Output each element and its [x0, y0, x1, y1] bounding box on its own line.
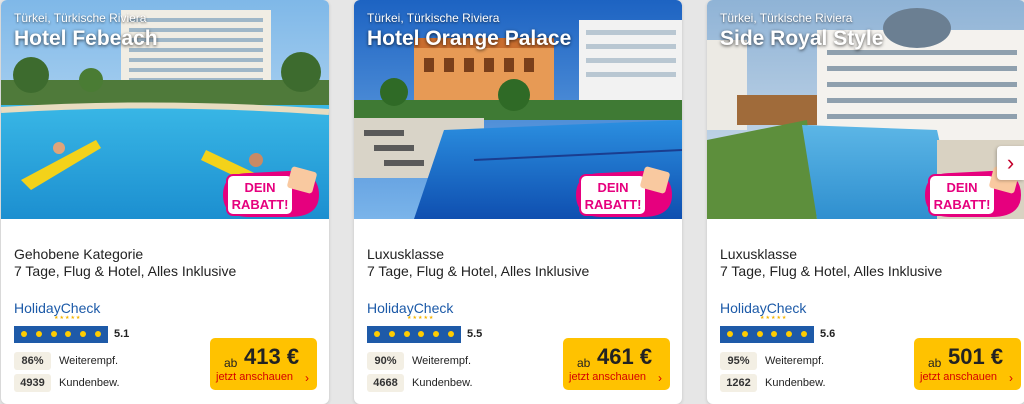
badge-line2: RABATT! [585, 197, 642, 212]
package-details: 7 Tage, Flug & Hotel, Alles Inklusive [14, 263, 237, 279]
sun-icon [79, 331, 86, 337]
hotel-region: Türkei, Türkische Riviera [367, 11, 500, 25]
hotel-photo[interactable]: Türkei, Türkische Riviera Hotel Orange P… [354, 0, 682, 219]
badge-line1: DEIN [244, 180, 275, 195]
rating-score: 5.1 [114, 328, 130, 340]
review-count: 4939 [14, 374, 51, 392]
hotel-photo[interactable]: Türkei, Türkische Riviera Side Royal Sty… [707, 0, 1024, 219]
hotel-category: Luxusklasse [720, 246, 798, 262]
review-count: 1262 [720, 374, 757, 392]
badge-line1: DEIN [946, 180, 977, 195]
rating-score: 5.5 [467, 328, 483, 340]
sun-icon [741, 331, 748, 337]
sun-icon [771, 331, 778, 337]
sun-icon [21, 331, 28, 337]
hotel-card[interactable]: Türkei, Türkische Riviera Hotel Orange P… [354, 0, 682, 404]
price-prefix: ab [577, 356, 591, 370]
hotel-region: Türkei, Türkische Riviera [14, 11, 147, 25]
hotel-category: Gehobene Kategorie [14, 246, 144, 262]
discount-badge: DEIN RABATT! [223, 166, 319, 217]
chevron-right-icon: › [1006, 150, 1015, 175]
hotel-card[interactable]: Türkei, Türkische Riviera Side Royal Sty… [707, 0, 1024, 404]
holidaycheck-logo-stars: ★★★★★ [760, 315, 788, 321]
recommend-label: Weiterempf. [765, 355, 825, 367]
price-prefix: ab [224, 356, 238, 370]
review-count-label: Kundenbew. [412, 377, 473, 389]
package-details: 7 Tage, Flug & Hotel, Alles Inklusive [367, 263, 590, 279]
hotel-region: Türkei, Türkische Riviera [720, 11, 853, 25]
price-button[interactable]: ab 461 € jetzt anschauen › [563, 338, 670, 390]
holidaycheck-logo-stars: ★★★★★ [54, 315, 82, 321]
sun-icon [800, 331, 807, 337]
price-amount: 461 € [597, 344, 653, 369]
package-details: 7 Tage, Flug & Hotel, Alles Inklusive [720, 263, 943, 279]
chevron-right-icon: › [658, 371, 662, 385]
review-count-label: Kundenbew. [765, 377, 826, 389]
chevron-right-icon: › [305, 371, 309, 385]
discount-badge: DEIN RABATT! [576, 166, 672, 217]
rating-score: 5.6 [820, 328, 836, 340]
view-offer-link[interactable]: jetzt anschauen [569, 371, 646, 383]
sun-icon [35, 331, 42, 337]
sun-rating [720, 325, 814, 343]
sun-icon [785, 331, 792, 337]
hotel-name[interactable]: Side Royal Style [720, 27, 883, 51]
badge-line2: RABATT! [934, 197, 991, 212]
price-button[interactable]: ab 501 € jetzt anschauen › [914, 338, 1021, 390]
sun-rating [367, 325, 461, 343]
sun-rating [14, 325, 108, 343]
hotel-category: Luxusklasse [367, 246, 445, 262]
sun-icon [374, 331, 381, 337]
view-offer-link[interactable]: jetzt anschauen [216, 371, 293, 383]
sun-icon [403, 331, 410, 337]
sun-icon [727, 331, 734, 337]
recommend-label: Weiterempf. [59, 355, 119, 367]
chevron-right-icon: › [1009, 371, 1013, 385]
sun-icon [447, 331, 454, 337]
price-amount: 501 € [948, 344, 1004, 369]
sun-icon [50, 331, 57, 337]
review-count-label: Kundenbew. [59, 377, 120, 389]
hotel-photo[interactable]: Türkei, Türkische Riviera Hotel Febeach … [1, 0, 329, 219]
recommend-label: Weiterempf. [412, 355, 472, 367]
review-count: 4668 [367, 374, 404, 392]
price-prefix: ab [928, 356, 942, 370]
recommend-percent: 86% [14, 352, 51, 370]
recommend-percent: 95% [720, 352, 757, 370]
sun-icon [418, 331, 425, 337]
holidaycheck-logo: HolidayCheck ★★★★★ [367, 300, 454, 321]
sun-icon [388, 331, 395, 337]
holidaycheck-logo: HolidayCheck ★★★★★ [14, 300, 101, 321]
hotel-name[interactable]: Hotel Febeach [14, 27, 158, 51]
badge-line2: RABATT! [232, 197, 289, 212]
holidaycheck-logo: HolidayCheck ★★★★★ [720, 300, 807, 321]
hotel-offer-carousel: Türkei, Türkische Riviera Hotel Febeach … [0, 0, 1024, 404]
sun-icon [94, 331, 101, 337]
view-offer-link[interactable]: jetzt anschauen [920, 371, 997, 383]
sun-icon [65, 331, 72, 337]
price-amount: 413 € [244, 344, 300, 369]
recommend-percent: 90% [367, 352, 404, 370]
holidaycheck-logo-stars: ★★★★★ [407, 315, 435, 321]
price-button[interactable]: ab 413 € jetzt anschauen › [210, 338, 317, 390]
hotel-card[interactable]: Türkei, Türkische Riviera Hotel Febeach … [1, 0, 329, 404]
badge-line1: DEIN [597, 180, 628, 195]
carousel-next-button[interactable]: › [997, 146, 1024, 180]
sun-icon [432, 331, 439, 337]
hotel-name[interactable]: Hotel Orange Palace [367, 27, 571, 51]
sun-icon [756, 331, 763, 337]
